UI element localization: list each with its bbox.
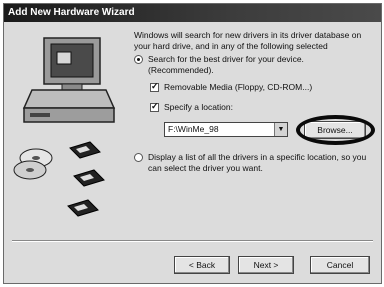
radio-button[interactable] bbox=[134, 55, 143, 64]
removable-media-label: Removable Media (Floppy, CD-ROM...) bbox=[164, 82, 313, 92]
specify-location-label: Specify a location: bbox=[164, 102, 233, 112]
checkbox[interactable] bbox=[150, 101, 159, 112]
wizard-window: Add New Hardware Wizard Windows will sea… bbox=[3, 3, 382, 284]
location-combobox[interactable]: F:\WinMe_98 ▼ bbox=[164, 122, 288, 137]
wizard-description: Windows will search for new drivers in i… bbox=[134, 30, 362, 51]
specify-location-checkbox[interactable]: Specify a location: bbox=[150, 101, 233, 112]
search-best-radio[interactable]: Search for the best driver for your devi… bbox=[134, 54, 334, 76]
cancel-button[interactable]: Cancel bbox=[310, 256, 370, 274]
radio-button[interactable] bbox=[134, 153, 143, 162]
removable-media-checkbox[interactable]: Removable Media (Floppy, CD-ROM...) bbox=[150, 81, 313, 92]
location-value: F:\WinMe_98 bbox=[168, 124, 219, 134]
back-button[interactable]: < Back bbox=[174, 256, 230, 274]
search-best-label: Search for the best driver for your devi… bbox=[148, 54, 304, 75]
divider bbox=[12, 240, 373, 242]
highlight-circle bbox=[296, 115, 375, 145]
display-list-radio[interactable]: Display a list of all the drivers in a s… bbox=[134, 152, 369, 174]
next-button[interactable]: Next > bbox=[238, 256, 294, 274]
checkbox[interactable] bbox=[150, 81, 159, 92]
computer-and-disks-icon bbox=[13, 37, 116, 217]
display-list-label: Display a list of all the drivers in a s… bbox=[148, 152, 367, 173]
chevron-down-icon[interactable]: ▼ bbox=[274, 123, 287, 136]
window-title: Add New Hardware Wizard bbox=[4, 4, 381, 22]
